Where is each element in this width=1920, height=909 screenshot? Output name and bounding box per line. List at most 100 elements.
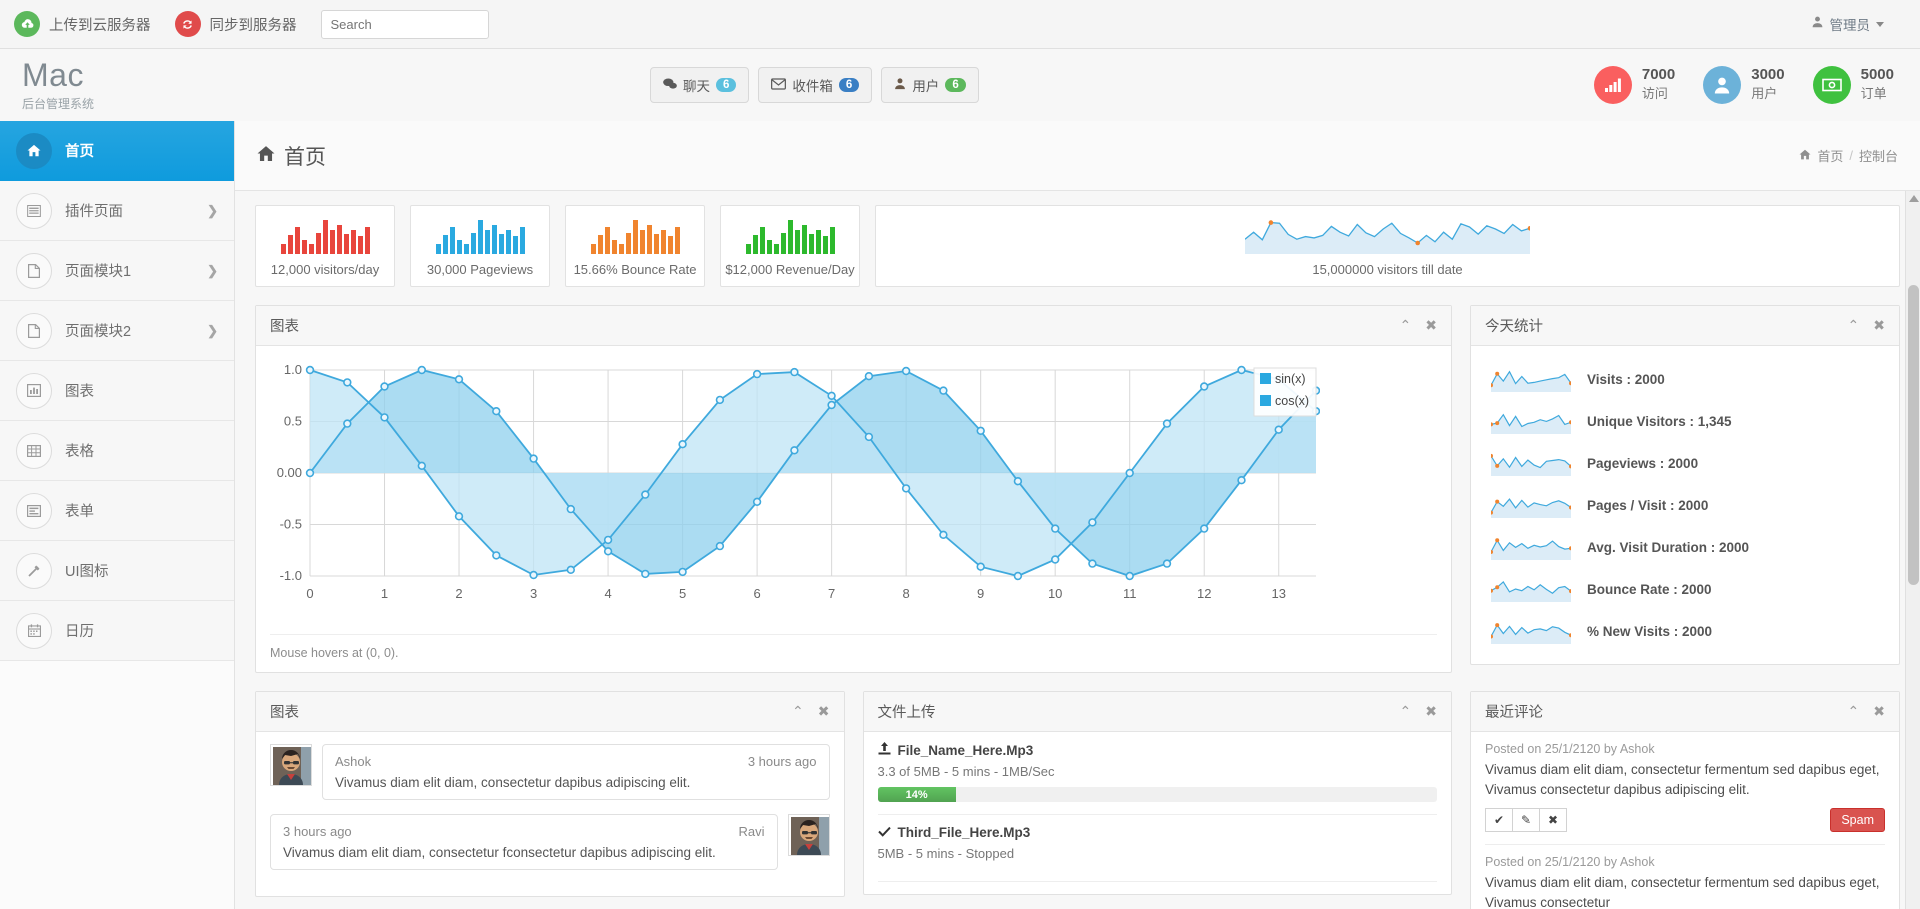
sync-to-server-button[interactable]: 同步到服务器 [175,11,297,37]
check-icon [878,825,891,840]
sidebar-item-4[interactable]: 图表 [0,361,234,421]
close-icon[interactable]: ✖ [1425,703,1437,720]
collapse-icon[interactable]: ⌃ [1848,703,1860,720]
today-stat-label: % New Visits : 2000 [1587,624,1712,639]
search-input[interactable] [321,10,489,39]
upload-icon [878,742,891,758]
comment-item: Posted on 25/1/2120 by AshokVivamus diam… [1485,845,1885,909]
chat-icon [663,78,677,93]
header-stat-users[interactable]: 3000 用户 [1703,66,1784,105]
svg-text:12: 12 [1197,586,1211,601]
refresh-icon [175,11,201,37]
svg-text:2: 2 [455,586,462,601]
file-icon [16,253,52,289]
upload-to-cloud-button[interactable]: 上传到云服务器 [14,11,151,37]
chart-panel-title: 图表 [270,315,299,336]
svg-text:11: 11 [1123,586,1137,601]
chevron-right-icon: ❯ [207,203,218,219]
today-stat-row: % New Visits : 2000 [1485,610,1885,652]
today-stat-label: Visits : 2000 [1587,372,1665,387]
close-icon[interactable]: ✖ [1425,317,1437,334]
svg-text:1.0: 1.0 [284,362,302,377]
today-stat-row: Visits : 2000 [1485,358,1885,400]
upload-to-cloud-label: 上传到云服务器 [49,14,151,35]
bar-chart-icon [1594,66,1632,104]
mini-stat-card-wide-label: 15,000000 visitors till date [1312,262,1462,277]
sidebar-item-label: 图表 [65,380,94,401]
user-menu[interactable]: 管理员 [1811,14,1907,34]
close-icon[interactable]: ✖ [1873,317,1885,334]
edit-comment-button[interactable]: ✎ [1512,808,1540,832]
spam-button[interactable]: Spam [1830,808,1885,832]
svg-text:3: 3 [530,586,537,601]
sidebar-item-5[interactable]: 表格 [0,421,234,481]
sidebar-item-8[interactable]: 日历 [0,601,234,661]
sync-to-server-label: 同步到服务器 [210,14,297,35]
table-icon [16,433,52,469]
collapse-icon[interactable]: ⌃ [1848,317,1860,334]
mini-stat-card-label: $12,000 Revenue/Day [725,262,854,277]
today-stat-sparkline [1491,618,1571,644]
sparkline-bars [746,218,835,254]
collapse-icon[interactable]: ⌃ [792,703,804,720]
sidebar-item-1[interactable]: 插件页面❯ [0,181,234,241]
sidebar-item-2[interactable]: 页面模块1❯ [0,241,234,301]
file-icon [16,313,52,349]
user-icon [894,77,906,93]
app-header: Mac 后台管理系统 聊天 6 收件箱 6 [0,49,1920,121]
header-stat-visits[interactable]: 7000 访问 [1594,66,1675,105]
close-icon[interactable]: ✖ [1873,703,1885,720]
scrollbar-thumb[interactable] [1908,285,1919,585]
mini-stat-card-2[interactable]: 15.66% Bounce Rate [565,205,705,287]
upload-file-item[interactable]: File_Name_Here.Mp33.3 of 5MB - 5 mins - … [878,732,1438,815]
upload-file-item[interactable]: Third_File_Here.Mp35MB - 5 mins - Stoppe… [878,815,1438,882]
sidebar: 首页插件页面❯页面模块1❯页面模块2❯图表表格表单UI图标日历 [0,121,235,909]
svg-text:7: 7 [828,586,835,601]
chart-panel: 图表 ⌃ ✖ 0123456789101112131.00.50.00-0.5-… [255,305,1452,673]
approve-comment-button[interactable]: ✔ [1485,808,1513,832]
brand[interactable]: Mac 后台管理系统 [0,59,235,112]
home-icon [1799,148,1811,163]
header-button-chat[interactable]: 聊天 6 [650,67,749,103]
vertical-scrollbar[interactable] [1905,191,1920,909]
sin-cos-chart[interactable]: 0123456789101112131.00.50.00-0.5-1.0sin(… [270,358,1437,628]
sidebar-item-7[interactable]: UI图标 [0,541,234,601]
sparkline-bars [436,218,525,254]
collapse-icon[interactable]: ⌃ [1400,703,1412,720]
upload-file-meta: 3.3 of 5MB - 5 mins - 1MB/Sec [878,764,1438,779]
header-stat-orders[interactable]: 5000 订单 [1813,66,1894,105]
header-button-users[interactable]: 用户 6 [881,67,978,103]
collapse-icon[interactable]: ⌃ [1400,317,1412,334]
page-title: 首页 [257,141,326,171]
user-avatar-icon [1811,15,1824,33]
window-icon [16,193,52,229]
sidebar-item-label: 表格 [65,440,94,461]
comment-list: Posted on 25/1/2120 by AshokVivamus diam… [1471,732,1899,909]
chat-message: 3 hours agoRaviVivamus diam elit diam, c… [270,814,830,870]
mini-stat-card-wide[interactable]: 15,000000 visitors till date [875,205,1900,287]
delete-comment-button[interactable]: ✖ [1539,808,1567,832]
chat-text: Vivamus diam elit diam, consectetur fcon… [283,845,765,860]
sidebar-item-0[interactable]: 首页 [0,121,234,181]
mini-stat-card-0[interactable]: 12,000 visitors/day [255,205,395,287]
breadcrumb-home[interactable]: 首页 [1817,146,1843,165]
svg-text:-0.5: -0.5 [280,517,302,532]
close-icon[interactable]: ✖ [818,703,830,720]
chat-message: Ashok3 hours agoVivamus diam elit diam, … [270,744,830,800]
scroll-up-arrow[interactable] [1909,195,1919,202]
mini-stat-card-1[interactable]: 30,000 Pageviews [410,205,550,287]
sidebar-item-label: 日历 [65,620,94,641]
sin-cos-chart-svg: 0123456789101112131.00.50.00-0.5-1.0sin(… [270,358,1320,623]
header-button-chat-badge: 6 [716,78,736,92]
sidebar-item-3[interactable]: 页面模块2❯ [0,301,234,361]
sidebar-item-label: 页面模块2 [65,320,131,341]
today-stat-row: Bounce Rate : 2000 [1485,568,1885,610]
header-button-inbox[interactable]: 收件箱 6 [758,67,872,103]
comments-panel-header: 最近评论 ⌃ ✖ [1471,692,1899,732]
svg-text:0: 0 [306,586,313,601]
chat-author: Ravi [738,824,764,839]
upload-file-list: File_Name_Here.Mp33.3 of 5MB - 5 mins - … [864,732,1452,894]
comment-meta: Posted on 25/1/2120 by Ashok [1485,855,1885,869]
sidebar-item-6[interactable]: 表单 [0,481,234,541]
mini-stat-card-3[interactable]: $12,000 Revenue/Day [720,205,860,287]
